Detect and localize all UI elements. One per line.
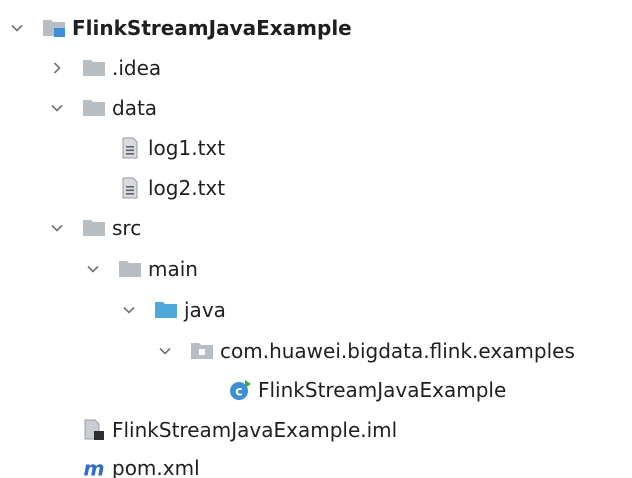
folder-icon — [82, 97, 106, 119]
tree-node-label: main — [148, 257, 198, 281]
tree-node-label: FlinkStreamJavaExample — [72, 16, 352, 40]
folder-icon — [118, 258, 142, 280]
tree-node-label: pom.xml — [112, 456, 200, 478]
tree-node-label: src — [112, 216, 142, 240]
source-folder-icon — [154, 299, 178, 321]
maven-icon: m — [82, 457, 106, 478]
tree-node-root[interactable]: FlinkStreamJavaExample — [6, 8, 352, 48]
tree-node-label: FlinkStreamJavaExample — [258, 378, 507, 402]
module-file-icon — [82, 419, 106, 441]
tree-node-log2[interactable]: log2.txt — [118, 168, 225, 208]
tree-node-label: com.huawei.bigdata.flink.examples — [220, 339, 575, 363]
text-file-icon — [118, 177, 142, 199]
chevron-down-icon[interactable] — [82, 258, 104, 280]
tree-node-idea[interactable]: .idea — [46, 48, 161, 88]
package-icon — [190, 340, 214, 362]
tree-node-package[interactable]: com.huawei.bigdata.flink.examples — [154, 331, 575, 371]
tree-node-label: log2.txt — [148, 176, 226, 200]
tree-node-label: FlinkStreamJavaExample.iml — [112, 418, 398, 442]
chevron-right-icon[interactable] — [46, 57, 68, 79]
chevron-down-icon[interactable] — [46, 97, 68, 119]
java-class-icon: c — [228, 379, 252, 401]
chevron-down-icon[interactable] — [118, 299, 140, 321]
tree-node-pom[interactable]: m pom.xml — [82, 448, 200, 478]
tree-node-label: .idea — [112, 56, 162, 80]
tree-node-java[interactable]: java — [118, 290, 226, 330]
tree-node-data[interactable]: data — [46, 88, 157, 128]
tree-node-label: java — [184, 298, 226, 322]
chevron-down-icon[interactable] — [46, 217, 68, 239]
tree-node-label: data — [112, 96, 158, 120]
tree-node-iml[interactable]: FlinkStreamJavaExample.iml — [82, 410, 397, 450]
project-folder-icon — [42, 17, 66, 39]
text-file-icon — [118, 137, 142, 159]
folder-icon — [82, 57, 106, 79]
tree-node-src[interactable]: src — [46, 208, 141, 248]
folder-icon — [82, 217, 106, 239]
chevron-down-icon[interactable] — [6, 17, 28, 39]
svg-text:m: m — [83, 457, 104, 478]
tree-node-class[interactable]: c FlinkStreamJavaExample — [228, 370, 506, 410]
tree-node-label: log1.txt — [148, 136, 226, 160]
chevron-down-icon[interactable] — [154, 340, 176, 362]
tree-node-log1[interactable]: log1.txt — [118, 128, 225, 168]
tree-node-main[interactable]: main — [82, 249, 198, 289]
svg-text:c: c — [235, 385, 243, 400]
project-tree: FlinkStreamJavaExample .idea data log1.t… — [0, 0, 632, 478]
